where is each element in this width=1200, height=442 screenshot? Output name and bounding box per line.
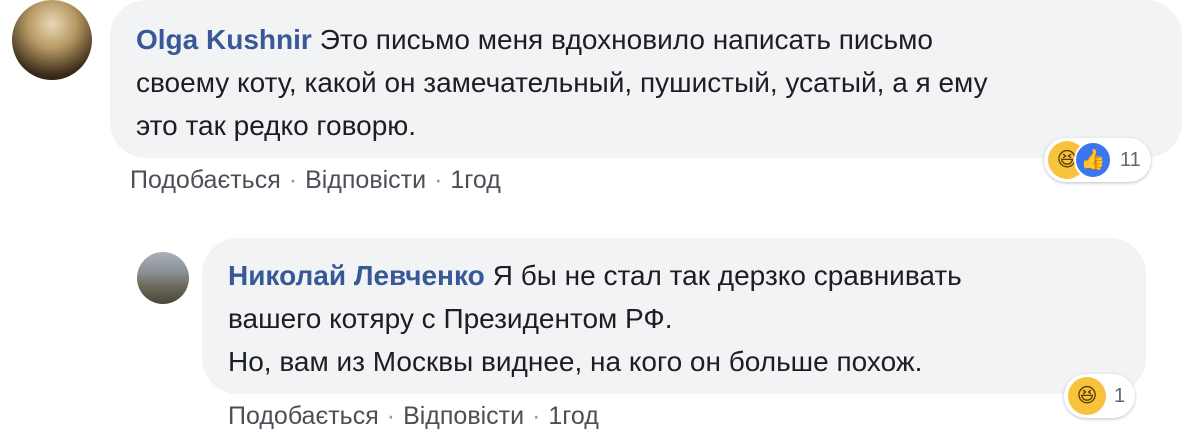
separator: · bbox=[434, 166, 443, 194]
reaction-count: 11 bbox=[1120, 148, 1141, 171]
comment-line: это так редко говорю. bbox=[136, 110, 417, 141]
comment-actions: Подобається · Відповісти · 1год bbox=[228, 402, 599, 431]
comment-author[interactable]: Николай Левченко bbox=[228, 260, 485, 291]
commenter-avatar[interactable] bbox=[137, 252, 189, 304]
timestamp[interactable]: 1год bbox=[548, 402, 598, 430]
separator: · bbox=[288, 166, 298, 194]
comment-text: Николай Левченко Я бы не стал так дерзко … bbox=[228, 254, 962, 383]
comment-line: Но, вам из Москвы виднее, на кого он бол… bbox=[228, 346, 923, 377]
comment-line-text: Это письмо меня вдохновило написать пись… bbox=[319, 24, 933, 55]
like-link[interactable]: Подобається bbox=[228, 402, 379, 430]
comment-line: Николай Левченко Я бы не стал так дерзко … bbox=[228, 254, 962, 297]
reaction-count: 1 bbox=[1114, 384, 1126, 407]
comment-line: Olga Kushnir Это письмо меня вдохновило н… bbox=[136, 18, 988, 61]
comment-line: своему коту, какой он замечательный, пуш… bbox=[136, 67, 988, 98]
comment-author[interactable]: Olga Kushnir bbox=[136, 24, 312, 55]
comment-line: вашего котяру с Президентом РФ. bbox=[228, 303, 673, 334]
separator: · bbox=[386, 402, 396, 430]
reply-link[interactable]: Відповісти bbox=[305, 166, 426, 194]
commenter-avatar[interactable] bbox=[12, 0, 92, 80]
reactions-summary[interactable]: 😆 👍 11 bbox=[1044, 138, 1151, 182]
reply-link[interactable]: Відповісти bbox=[403, 402, 524, 430]
comment-line-text: Я бы не стал так дерзко сравнивать bbox=[492, 260, 962, 291]
timestamp[interactable]: 1год bbox=[450, 166, 500, 194]
comment-actions: Подобається · Відповісти · 1год bbox=[130, 166, 501, 195]
like-icon: 👍 bbox=[1074, 141, 1112, 179]
like-link[interactable]: Подобається bbox=[130, 166, 281, 194]
haha-icon: 😆 bbox=[1068, 377, 1106, 415]
comment-text: Olga Kushnir Это письмо меня вдохновило н… bbox=[136, 18, 988, 147]
separator: · bbox=[532, 402, 541, 430]
reactions-summary[interactable]: 😆 1 bbox=[1064, 374, 1136, 418]
